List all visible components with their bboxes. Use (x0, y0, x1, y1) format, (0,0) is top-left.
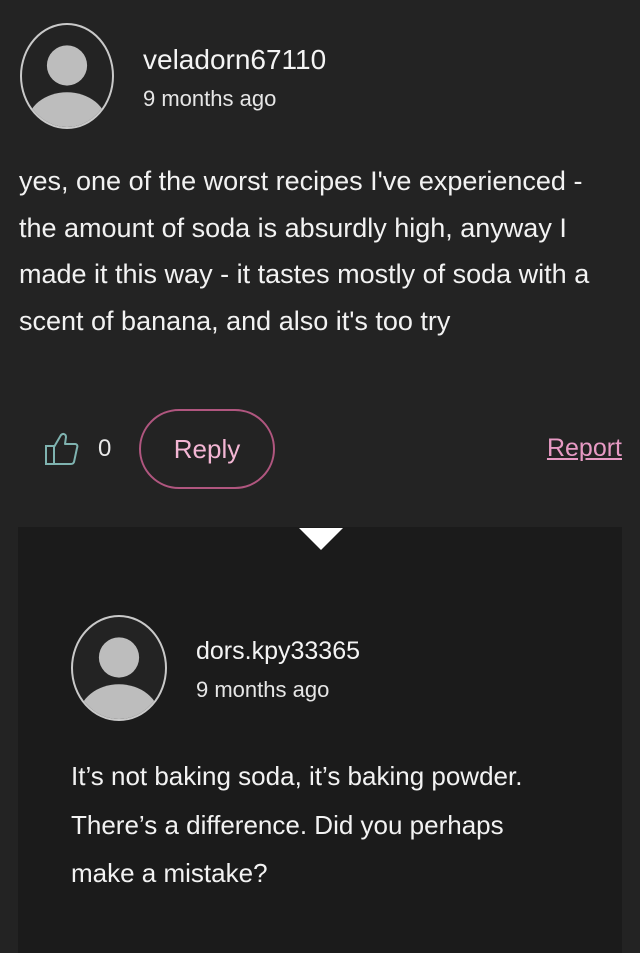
comment-username[interactable]: veladorn67110 (143, 44, 326, 76)
caret-down-icon[interactable] (299, 528, 343, 550)
reply-avatar[interactable] (71, 615, 167, 721)
reply-button[interactable]: Reply (139, 409, 275, 489)
comment-text: yes, one of the worst recipes I've exper… (19, 166, 590, 336)
report-link[interactable]: Report (547, 434, 622, 463)
user-silhouette-icon (26, 45, 108, 127)
like-count: 0 (98, 435, 112, 462)
reply-panel: dors.kpy33365 9 months ago It’s not baki… (18, 527, 622, 953)
reply-timestamp: 9 months ago (196, 677, 330, 702)
reply-text: It’s not baking soda, it’s baking powder… (71, 761, 523, 888)
like-button[interactable]: 0 (44, 431, 111, 467)
avatar[interactable] (20, 23, 114, 129)
reply-username[interactable]: dors.kpy33365 (196, 635, 360, 667)
thumbs-up-icon (45, 432, 79, 465)
comment-timestamp: 9 months ago (143, 86, 277, 111)
user-silhouette-icon (78, 637, 160, 719)
comment-actions: 0 Reply Report (0, 408, 640, 492)
